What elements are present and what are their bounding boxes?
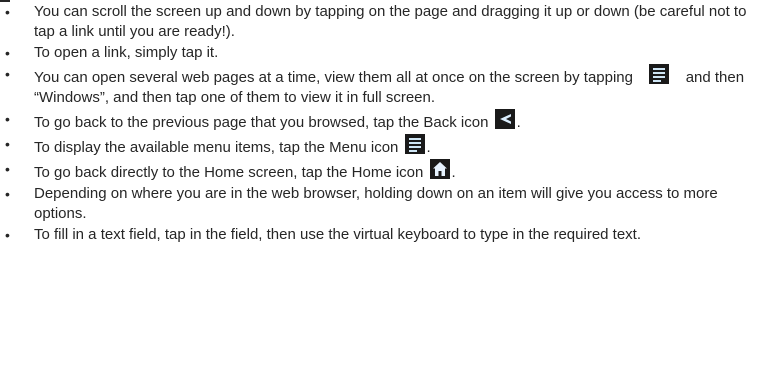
- browser-tips-list: You can scroll the screen up and down by…: [0, 2, 760, 246]
- bullet-hold: Depending on where you are in the web br…: [0, 184, 760, 224]
- bullet-fill-text: To fill in a text field, tap in the fiel…: [34, 226, 642, 243]
- bullet-home-text-a: To go back directly to the Home screen, …: [34, 164, 424, 181]
- bullet-menu-text-b: .: [426, 139, 431, 156]
- bullet-windows-text-a: You can open several web pages at a time…: [34, 69, 633, 86]
- menu-icon: [404, 134, 425, 154]
- back-icon: [494, 109, 515, 129]
- bullet-home-text-b: .: [451, 164, 456, 181]
- bullet-hold-text: Depending on where you are in the web br…: [34, 185, 718, 222]
- bullet-open-link: To open a link, simply tap it.: [0, 43, 760, 63]
- bullet-back-text-a: To go back to the previous page that you…: [34, 114, 489, 131]
- home-icon: [429, 159, 450, 179]
- bullet-scroll: You can scroll the screen up and down by…: [0, 2, 760, 42]
- menu-icon: [649, 64, 670, 84]
- bullet-scroll-text: You can scroll the screen up and down by…: [34, 3, 747, 40]
- bullet-back-text-b: .: [516, 114, 521, 131]
- bullet-home: To go back directly to the Home screen, …: [0, 159, 760, 183]
- bullet-menu: To display the available menu items, tap…: [0, 134, 760, 158]
- bullet-menu-text-a: To display the available menu items, tap…: [34, 139, 399, 156]
- bullet-fill: To fill in a text field, tap in the fiel…: [0, 225, 760, 245]
- bullet-windows: You can open several web pages at a time…: [0, 64, 760, 108]
- help-page: You can scroll the screen up and down by…: [0, 0, 763, 365]
- bullet-open-link-text: To open a link, simply tap it.: [34, 44, 219, 61]
- bullet-back: To go back to the previous page that you…: [0, 109, 760, 133]
